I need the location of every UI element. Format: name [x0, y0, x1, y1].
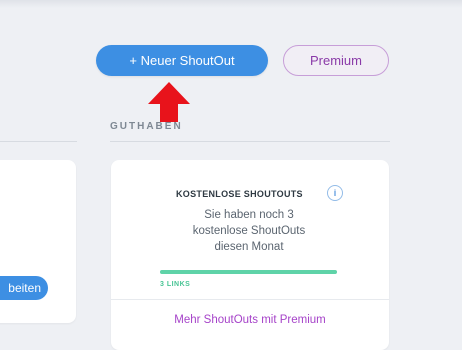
left-card-button[interactable]: beiten — [0, 276, 48, 300]
free-shoutouts-card: KOSTENLOSE SHOUTOUTS i Sie haben noch 3 … — [111, 160, 389, 350]
red-up-arrow-icon — [148, 82, 190, 122]
credit-progress-label: 3 LINKS — [160, 281, 191, 288]
top-bar-shadow — [0, 0, 462, 8]
credit-description: Sie haben noch 3 kostenlose ShoutOuts di… — [154, 207, 344, 255]
card-divider — [111, 299, 389, 300]
credit-description-line1: Sie haben noch 3 — [204, 209, 294, 221]
guthaben-title: GUTHABEN — [110, 121, 183, 132]
credit-progress-fill — [160, 270, 337, 274]
info-icon[interactable]: i — [327, 185, 343, 201]
new-shoutout-button[interactable]: + Neuer ShoutOut — [96, 45, 268, 76]
credit-description-line2: kostenlose ShoutOuts — [192, 225, 306, 237]
guthaben-divider — [110, 141, 390, 142]
premium-button[interactable]: Premium — [283, 45, 389, 76]
free-shoutouts-heading: KOSTENLOSE SHOUTOUTS — [176, 189, 303, 199]
left-card-button-label: beiten — [8, 281, 41, 295]
premium-label: Premium — [309, 53, 362, 68]
more-shoutouts-premium-link[interactable]: Mehr ShoutOuts mit Premium — [111, 314, 389, 326]
new-shoutout-label: + Neuer ShoutOut — [129, 53, 235, 68]
credit-progress-bar — [160, 270, 337, 274]
credit-description-line3: diesen Monat — [214, 241, 284, 253]
left-section-divider — [0, 141, 77, 142]
info-glyph: i — [333, 188, 337, 198]
